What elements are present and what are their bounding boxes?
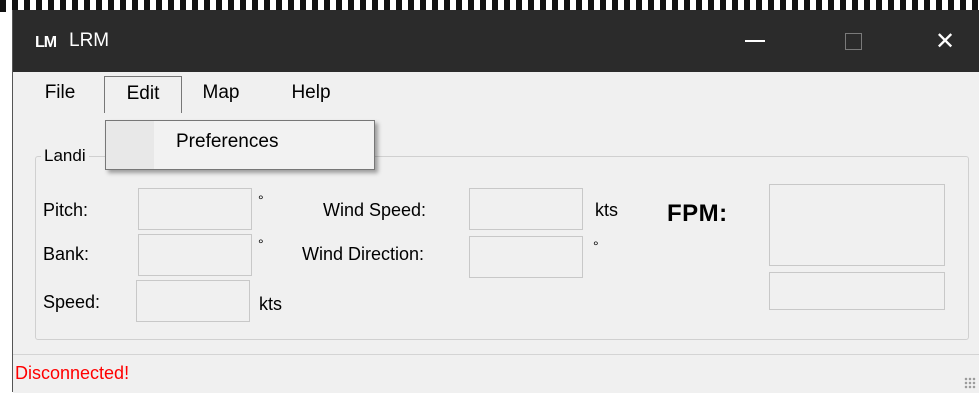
menu-bar: File Edit Map Help xyxy=(13,72,979,114)
menu-file[interactable]: File xyxy=(35,76,85,109)
pitch-label: Pitch: xyxy=(43,200,89,220)
wind-direction-degree-unit: ° xyxy=(593,238,599,254)
maximize-icon xyxy=(844,32,862,50)
fpm-label: FPM: xyxy=(667,200,728,227)
groupbox-title: Landi xyxy=(41,146,89,166)
close-button[interactable]: ✕ xyxy=(915,10,975,72)
fpm-display xyxy=(769,184,945,266)
minimize-icon xyxy=(745,40,765,42)
fpm-secondary-field xyxy=(769,272,945,310)
menu-item-preferences[interactable]: Preferences xyxy=(176,131,278,153)
speed-field[interactable] xyxy=(136,280,250,322)
wind-direction-field[interactable] xyxy=(469,236,583,278)
menu-icon-gutter xyxy=(106,121,154,169)
wind-speed-field[interactable] xyxy=(469,188,583,230)
edit-dropdown-menu: Preferences xyxy=(105,120,375,170)
resize-grip-icon[interactable] xyxy=(964,377,976,389)
pitch-field[interactable] xyxy=(138,188,252,230)
speed-unit: kts xyxy=(259,294,283,314)
app-logo-icon: LM xyxy=(35,34,57,51)
menu-map[interactable]: Map xyxy=(191,76,251,109)
pitch-degree-unit: ° xyxy=(258,192,264,208)
wind-speed-label: Wind Speed: xyxy=(323,200,427,220)
bank-label: Bank: xyxy=(43,244,90,264)
bank-degree-unit: ° xyxy=(258,236,264,252)
connection-status: Disconnected! xyxy=(15,363,130,383)
wind-direction-label: Wind Direction: xyxy=(302,244,425,264)
bank-field[interactable] xyxy=(138,234,252,276)
maximize-button[interactable] xyxy=(823,10,883,72)
close-icon: ✕ xyxy=(934,27,956,55)
status-bar: Disconnected! xyxy=(13,354,979,393)
minimize-button[interactable] xyxy=(725,10,785,72)
window-title: LRM xyxy=(69,30,110,51)
menu-help[interactable]: Help xyxy=(281,76,341,109)
app-window: LM LRM ✕ File Edit Map Help Landi Pitch:… xyxy=(12,10,979,393)
title-bar[interactable]: LM LRM ✕ xyxy=(13,10,979,72)
wind-speed-unit: kts xyxy=(595,200,619,220)
speed-label: Speed: xyxy=(43,292,101,312)
menu-edit[interactable]: Edit xyxy=(104,76,182,113)
